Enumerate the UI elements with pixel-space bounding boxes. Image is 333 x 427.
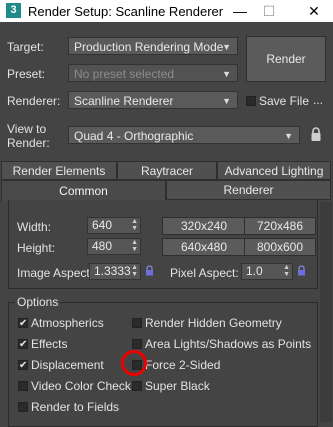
more-button[interactable]: ... <box>313 93 323 107</box>
spinner-arrows-icon: ▲ ▼ <box>131 218 138 232</box>
preset-label: Preset: <box>7 67 46 81</box>
atmospherics-label: Atmospherics <box>31 316 104 330</box>
width-spinner[interactable]: 640 ▲ ▼ <box>87 217 141 234</box>
spinner-arrows-icon: ▲ ▼ <box>131 264 138 278</box>
area-lights-shadows-checkbox[interactable] <box>132 339 142 349</box>
render-hidden-geometry-checkbox[interactable] <box>132 318 142 328</box>
super-black-label: Super Black <box>145 379 210 393</box>
atmospherics-checkbox[interactable]: ✔ <box>18 318 28 329</box>
annotation-circle <box>121 350 147 376</box>
target-dropdown[interactable]: Production Rendering Mode ▼ <box>68 37 238 55</box>
render-to-fields-label: Render to Fields <box>31 400 120 414</box>
image-aspect-lock-icon[interactable] <box>145 265 154 276</box>
chevron-down-icon: ▼ <box>284 131 293 141</box>
pixel-aspect-value: 1.0 <box>246 264 263 278</box>
height-spinner[interactable]: 480 ▲ ▼ <box>87 238 141 255</box>
renderer-label: Renderer: <box>7 94 61 108</box>
preset-720x486-button[interactable]: 720x486 <box>244 217 316 235</box>
video-color-check-checkbox[interactable] <box>18 381 28 391</box>
tab-common[interactable]: Common <box>1 180 166 202</box>
target-label: Target: <box>7 40 44 54</box>
chevron-down-icon: ▼ <box>222 42 231 52</box>
width-value: 640 <box>92 218 113 232</box>
pixel-aspect-lock-icon[interactable] <box>297 265 306 276</box>
tab-raytracer[interactable]: Raytracer <box>117 161 217 180</box>
width-label: Width: <box>17 220 52 234</box>
save-file-checkbox[interactable] <box>246 96 256 106</box>
checkmark-icon: ✔ <box>19 318 28 329</box>
app-icon: 3 <box>6 3 21 18</box>
super-black-checkbox[interactable] <box>132 381 142 391</box>
displacement-checkbox[interactable]: ✔ <box>18 360 28 371</box>
tab-render-elements[interactable]: Render Elements <box>1 161 117 180</box>
preset-640x480-button[interactable]: 640x480 <box>162 238 246 256</box>
render-button[interactable]: Render <box>246 36 326 82</box>
render-hidden-geometry-label: Render Hidden Geometry <box>145 316 282 330</box>
video-color-check-label: Video Color Check <box>31 379 131 393</box>
tab-advanced-lighting[interactable]: Advanced Lighting <box>217 161 331 180</box>
effects-checkbox[interactable]: ✔ <box>18 339 28 350</box>
render-to-fields-checkbox[interactable] <box>18 402 28 412</box>
displacement-label: Displacement <box>31 358 104 372</box>
checkmark-icon: ✔ <box>19 360 28 371</box>
minimize-button[interactable]: — <box>229 1 251 21</box>
tab-renderer[interactable]: Renderer <box>166 180 331 200</box>
preset-dropdown[interactable]: No preset selected ▼ <box>68 64 238 82</box>
view-to-render-label-line2: Render: <box>7 136 50 150</box>
renderer-value: Scanline Renderer <box>74 94 174 108</box>
pixel-aspect-spinner[interactable]: 1.0 ▲ ▼ <box>241 263 293 280</box>
view-to-render-value: Quad 4 - Orthographic <box>74 129 194 143</box>
image-aspect-label: Image Aspect: <box>17 266 94 280</box>
area-lights-shadows-label: Area Lights/Shadows as Points <box>145 337 312 351</box>
preset-value: No preset selected <box>74 67 175 81</box>
force-2-sided-label: Force 2-Sided <box>145 358 221 372</box>
pixel-aspect-label: Pixel Aspect: <box>170 266 239 280</box>
scrollbar[interactable] <box>320 202 332 422</box>
renderer-dropdown[interactable]: Scanline Renderer ▼ <box>68 91 238 109</box>
close-button[interactable]: ✕ <box>303 1 325 21</box>
chevron-down-icon: ▼ <box>222 69 231 79</box>
image-aspect-spinner[interactable]: 1.3333 ▲ ▼ <box>89 263 141 280</box>
target-value: Production Rendering Mode <box>74 40 224 54</box>
preset-800x600-button[interactable]: 800x600 <box>244 238 316 256</box>
effects-label: Effects <box>31 337 68 351</box>
lock-icon[interactable] <box>310 127 322 142</box>
options-title: Options <box>15 295 61 309</box>
chevron-down-icon: ▼ <box>222 96 231 106</box>
window-title: Render Setup: Scanline Renderer <box>28 4 224 19</box>
view-to-render-label-line1: View to <box>7 122 47 136</box>
checkmark-icon: ✔ <box>19 339 28 350</box>
height-value: 480 <box>92 239 113 253</box>
spinner-arrows-icon: ▲ ▼ <box>283 264 290 278</box>
view-to-render-dropdown[interactable]: Quad 4 - Orthographic ▼ <box>68 126 300 144</box>
height-label: Height: <box>17 241 56 255</box>
spinner-arrows-icon: ▲ ▼ <box>131 239 138 253</box>
maximize-button[interactable]: ☐ <box>258 1 280 21</box>
save-file-label: Save File <box>259 94 310 108</box>
image-aspect-value: 1.3333 <box>94 264 131 278</box>
preset-320x240-button[interactable]: 320x240 <box>162 217 246 235</box>
